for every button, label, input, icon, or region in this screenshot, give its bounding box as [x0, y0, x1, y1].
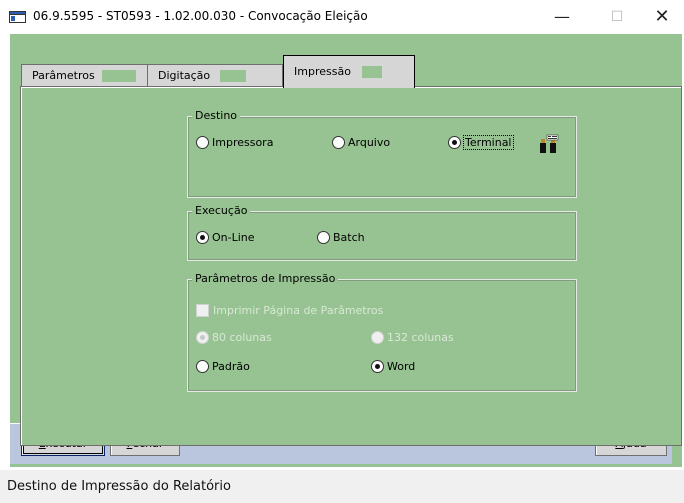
- parametros-impressao-label: Parâmetros de Impressão: [192, 272, 339, 285]
- client-area: Parâmetros Digitação Impressão Destino I…: [10, 34, 682, 467]
- radio-terminal-label: Terminal: [463, 135, 514, 150]
- tab-parametros-label: Parâmetros: [32, 69, 95, 82]
- radio-online-dot: [200, 234, 205, 240]
- imprimir-pagina-checkbox[interactable]: Imprimir Página de Parâmetros: [196, 303, 383, 319]
- radio-impressora[interactable]: Impressora: [196, 135, 273, 151]
- maximize-button[interactable]: ☐: [597, 3, 637, 31]
- destino-group: Destino Impressora Arquivo Terminal: [187, 109, 577, 198]
- radio-terminal[interactable]: Terminal: [448, 135, 514, 151]
- minimize-button[interactable]: —: [542, 3, 582, 31]
- impressao-panel: Destino Impressora Arquivo Terminal Exec…: [20, 86, 682, 446]
- radio-batch-label: Batch: [333, 231, 365, 244]
- radio-padrao-circle: [196, 359, 209, 373]
- status-text: Destino de Impressão do Relatório: [7, 479, 231, 494]
- imprimir-pagina-box: [196, 303, 209, 317]
- app-window-icon: [9, 11, 26, 23]
- tab-digitacao-accent: [220, 70, 246, 82]
- radio-online[interactable]: On-Line: [196, 230, 255, 246]
- radio-online-circle: [196, 230, 209, 244]
- close-button[interactable]: ✕: [642, 3, 682, 31]
- radio-80-colunas-label: 80 colunas: [212, 331, 272, 344]
- radio-arquivo-circle: [332, 135, 345, 149]
- radio-word-dot: [375, 363, 380, 369]
- radio-arquivo-label: Arquivo: [348, 136, 391, 149]
- tab-parametros[interactable]: Parâmetros: [21, 64, 148, 87]
- radio-batch[interactable]: Batch: [317, 230, 365, 246]
- tab-impressao-accent: [362, 66, 382, 78]
- radio-impressora-circle: [196, 135, 209, 149]
- execucao-group: Execução On-Line Batch: [187, 204, 577, 261]
- parametros-impressao-group: Parâmetros de Impressão Imprimir Página …: [187, 272, 577, 392]
- execucao-label: Execução: [192, 204, 251, 217]
- imprimir-pagina-label: Imprimir Página de Parâmetros: [213, 304, 384, 317]
- radio-132-colunas[interactable]: 132 colunas: [371, 330, 454, 346]
- destino-label: Destino: [192, 109, 241, 122]
- radio-132-colunas-label: 132 colunas: [387, 331, 454, 344]
- radio-terminal-dot: [452, 139, 457, 145]
- status-bar: Destino de Impressão do Relatório: [0, 470, 684, 503]
- radio-80-colunas-circle: [196, 330, 209, 344]
- radio-batch-circle: [317, 230, 330, 244]
- radio-word-circle: [371, 359, 384, 373]
- tab-impressao[interactable]: Impressão: [283, 55, 415, 88]
- title-bar: 06.9.5595 - ST0593 - 1.02.00.030 - Convo…: [0, 0, 684, 34]
- radio-impressora-label: Impressora: [212, 136, 274, 149]
- radio-word-label: Word: [387, 360, 416, 373]
- radio-80-colunas[interactable]: 80 colunas: [196, 330, 272, 346]
- tab-parametros-accent: [102, 70, 136, 82]
- tab-impressao-label: Impressão: [294, 65, 351, 78]
- radio-80-colunas-dot: [200, 334, 205, 340]
- printer-setup-icon[interactable]: [538, 133, 560, 155]
- radio-arquivo[interactable]: Arquivo: [332, 135, 390, 151]
- radio-terminal-circle: [448, 135, 461, 149]
- radio-online-label: On-Line: [212, 231, 255, 244]
- radio-padrao-label: Padrão: [212, 360, 250, 373]
- tab-digitacao-label: Digitação: [158, 69, 211, 82]
- radio-132-colunas-circle: [371, 330, 384, 344]
- radio-padrao[interactable]: Padrão: [196, 359, 250, 375]
- radio-word[interactable]: Word: [371, 359, 415, 375]
- window-title: 06.9.5595 - ST0593 - 1.02.00.030 - Convo…: [33, 9, 368, 23]
- tab-digitacao[interactable]: Digitação: [147, 64, 283, 87]
